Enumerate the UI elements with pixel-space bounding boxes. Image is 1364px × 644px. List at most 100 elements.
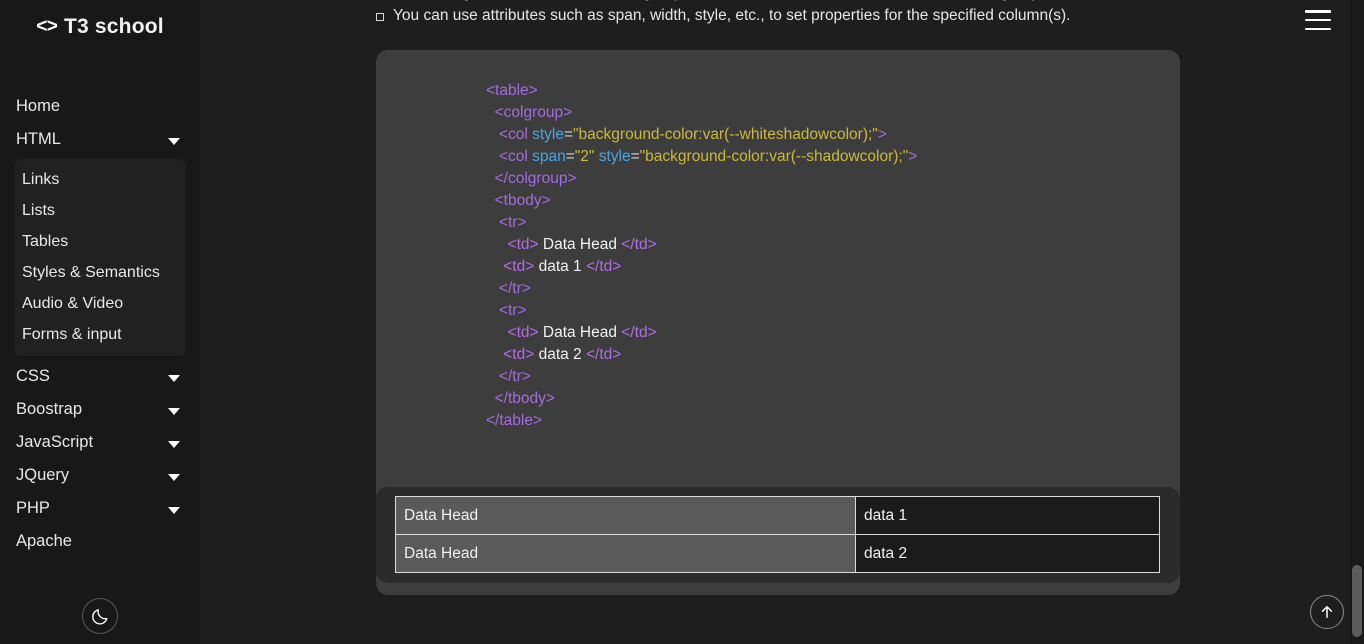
chevron-down-icon bbox=[168, 473, 180, 481]
square-bullet-icon bbox=[376, 13, 384, 21]
note-line: You can use attributes such as span, wid… bbox=[376, 7, 1070, 25]
chevron-down-icon bbox=[168, 506, 180, 514]
code-token-tag2: <td> bbox=[503, 346, 535, 363]
code-token-tag2: </td> bbox=[585, 346, 622, 363]
code-token-tag: <tr> bbox=[498, 214, 527, 231]
sidebar-item-javascript[interactable]: JavaScript bbox=[0, 426, 200, 459]
code-token-tag2: <td> bbox=[507, 236, 539, 253]
chevron-down-icon bbox=[168, 440, 180, 448]
sidebar-subitem-label: Styles & Semantics bbox=[22, 263, 160, 281]
sidebar-subitem-label: Links bbox=[22, 170, 60, 188]
moon-icon bbox=[91, 608, 108, 625]
code-token-tag: <tbody> bbox=[494, 192, 551, 209]
chevron-down-icon bbox=[168, 407, 180, 415]
code-token-tag: </tbody> bbox=[494, 390, 555, 407]
code-token-tag: </tr> bbox=[498, 368, 531, 385]
sidebar-item-css[interactable]: CSS bbox=[0, 360, 200, 393]
scroll-to-top-button[interactable] bbox=[1310, 595, 1344, 629]
sidebar-subitem-audio-video[interactable]: Audio & Video bbox=[15, 288, 185, 319]
code-line: </tr> bbox=[486, 278, 917, 300]
sidebar-item-label: Boostrap bbox=[16, 400, 83, 418]
sidebar-item-label: Apache bbox=[16, 532, 72, 550]
result-preview-panel: Data Head data 1 Data Head data 2 bbox=[376, 487, 1180, 583]
sidebar-item-boostrap[interactable]: Boostrap bbox=[0, 393, 200, 426]
sidebar-submenu-html: Links Lists Tables Styles & Semantics Au… bbox=[15, 159, 185, 356]
code-line: <tr> bbox=[486, 300, 917, 322]
code-token-txt: data 1 bbox=[534, 258, 586, 275]
code-token-tag: </tr> bbox=[498, 280, 531, 297]
code-token-val: "background-color:var(--shadowcolor);" bbox=[639, 148, 909, 165]
hamburger-bar bbox=[1305, 18, 1331, 22]
table-cell: Data Head bbox=[395, 496, 856, 535]
theme-toggle-button[interactable] bbox=[82, 598, 118, 634]
code-line: <td> data 2 </td> bbox=[486, 344, 917, 366]
sidebar-item-label: PHP bbox=[16, 499, 50, 517]
code-line: <tr> bbox=[486, 212, 917, 234]
sidebar-subitem-links[interactable]: Links bbox=[15, 164, 185, 195]
chevron-down-icon bbox=[168, 137, 180, 145]
code-line: <table> bbox=[486, 80, 917, 102]
sidebar-item-label: JavaScript bbox=[16, 433, 94, 451]
code-token-txt: Data Head bbox=[538, 236, 622, 253]
note-clipped-text: The <col> tag must be a child of a <colg… bbox=[376, 0, 1053, 2]
hamburger-menu-icon[interactable] bbox=[1305, 10, 1331, 30]
code-token-tag: <tr> bbox=[498, 302, 527, 319]
brand-logo[interactable]: <> T3 school bbox=[0, 0, 200, 46]
chevron-down-icon bbox=[168, 374, 180, 382]
sidebar-item-home[interactable]: Home bbox=[0, 90, 200, 123]
code-token-val: "background-color:var(--whiteshadowcolor… bbox=[573, 126, 878, 143]
code-token-attr: style bbox=[532, 126, 564, 143]
code-token-tag2: </td> bbox=[585, 258, 622, 275]
sidebar-item-apache[interactable]: Apache bbox=[0, 525, 200, 558]
code-token-tag: > bbox=[908, 148, 918, 165]
hamburger-bar bbox=[1305, 27, 1331, 30]
code-line: </table> bbox=[486, 410, 917, 432]
code-line: <tbody> bbox=[486, 190, 917, 212]
sidebar-subitem-styles-semantics[interactable]: Styles & Semantics bbox=[15, 257, 185, 288]
sidebar-item-php[interactable]: PHP bbox=[0, 492, 200, 525]
sidebar-subitem-tables[interactable]: Tables bbox=[15, 226, 185, 257]
table-cell: Data Head bbox=[395, 534, 856, 573]
hamburger-bar bbox=[1305, 10, 1331, 13]
sidebar-subitem-lists[interactable]: Lists bbox=[15, 195, 185, 226]
page-scrollbar-track[interactable] bbox=[1350, 0, 1364, 644]
code-line: <col span="2" style="background-color:va… bbox=[486, 146, 917, 168]
code-snippet: <table> <colgroup> <col style="backgroun… bbox=[486, 80, 917, 432]
result-table: Data Head data 1 Data Head data 2 bbox=[395, 496, 1160, 573]
code-token-tag: <col bbox=[498, 148, 533, 165]
sidebar-item-label: Home bbox=[16, 97, 61, 115]
code-token-eq: = bbox=[563, 126, 574, 143]
sidebar-item-jquery[interactable]: JQuery bbox=[0, 459, 200, 492]
code-line: </tr> bbox=[486, 366, 917, 388]
code-token-tag: > bbox=[877, 126, 887, 143]
code-line: <td> Data Head </td> bbox=[486, 322, 917, 344]
sidebar-subitem-label: Tables bbox=[22, 232, 69, 250]
code-line: </tbody> bbox=[486, 388, 917, 410]
note-text: You can use attributes such as span, wid… bbox=[393, 7, 1071, 24]
sidebar-item-html[interactable]: HTML bbox=[0, 123, 200, 156]
page-scrollbar-thumb[interactable] bbox=[1352, 565, 1362, 637]
arrow-up-icon bbox=[1321, 606, 1333, 618]
table-row: Data Head data 2 bbox=[395, 534, 1160, 573]
code-token-val: "2" bbox=[574, 148, 595, 165]
code-token-attr: style bbox=[598, 148, 631, 165]
code-token-txt: data 2 bbox=[534, 346, 586, 363]
table-row: Data Head data 1 bbox=[395, 496, 1160, 535]
sidebar-item-label: CSS bbox=[16, 367, 50, 385]
code-token-tag: </table> bbox=[486, 412, 543, 429]
code-token-tag: <table> bbox=[486, 82, 538, 99]
sidebar-item-label: HTML bbox=[16, 130, 61, 148]
sidebar-item-label: JQuery bbox=[16, 466, 70, 484]
sidebar-subitem-forms-input[interactable]: Forms & input bbox=[15, 319, 185, 350]
